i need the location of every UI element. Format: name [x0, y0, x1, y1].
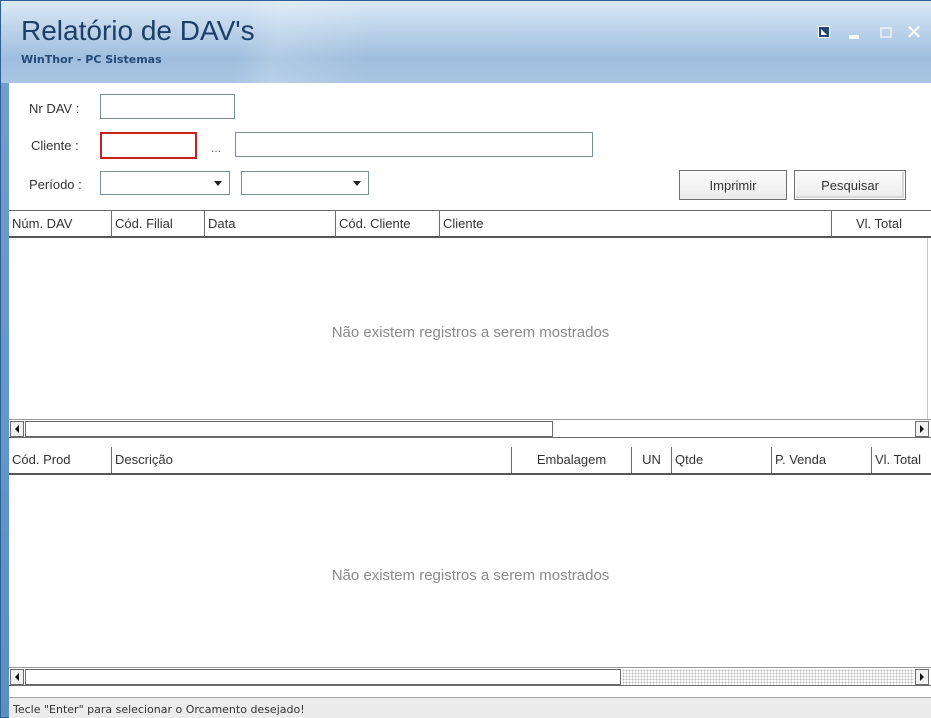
scroll-left-arrow-icon[interactable]	[10, 421, 24, 437]
col-un[interactable]: UN	[632, 447, 672, 473]
imprimir-button[interactable]: Imprimir	[679, 170, 787, 200]
periodo-label: Período :	[29, 177, 82, 192]
grid-divider	[927, 238, 928, 419]
itens-empty-message: Não existem registros a serem mostrados	[331, 567, 610, 584]
dav-empty-message: Não existem registros a serem mostrados	[331, 324, 610, 341]
scroll-thumb[interactable]	[25, 669, 621, 685]
client-area: Nr DAV : Cliente : ... Período : Imprimi…	[9, 83, 931, 718]
maximize-button[interactable]	[875, 23, 897, 41]
itens-grid-header: Cód. Prod Descrição Embalagem UN Qtde P.…	[9, 447, 931, 475]
col-cod-prod[interactable]: Cód. Prod	[9, 447, 112, 473]
app-window: Relatório de DAV's WinThor - PC Sistemas…	[0, 0, 931, 718]
col-qtde[interactable]: Qtde	[672, 447, 772, 473]
window-title: Relatório de DAV's	[21, 15, 255, 46]
col-data[interactable]: Data	[205, 211, 336, 237]
close-icon: ✕	[905, 20, 923, 44]
scroll-right-arrow-icon[interactable]	[915, 669, 929, 685]
col-num-dav[interactable]: Núm. DAV	[9, 211, 112, 237]
col-descricao[interactable]: Descrição	[112, 447, 512, 473]
col-cod-cliente[interactable]: Cód. Cliente	[336, 211, 440, 237]
help-icon	[818, 26, 830, 38]
col-vl-total-item[interactable]: Vl. Total	[872, 447, 931, 473]
periodo-start-select[interactable]	[100, 171, 230, 195]
itens-horizontal-scrollbar[interactable]	[9, 667, 931, 686]
dav-horizontal-scrollbar[interactable]	[9, 419, 931, 438]
nr-dav-label: Nr DAV :	[29, 101, 80, 116]
dav-grid-header: Núm. DAV Cód. Filial Data Cód. Cliente C…	[9, 210, 931, 238]
chevron-down-icon	[349, 175, 365, 191]
close-button[interactable]: ✕	[903, 20, 925, 44]
cliente-label: Cliente :	[31, 138, 79, 153]
maximize-icon	[880, 26, 892, 38]
cliente-lookup-button[interactable]: ...	[211, 141, 221, 155]
col-vl-total[interactable]: Vl. Total	[832, 211, 926, 237]
pesquisar-button[interactable]: Pesquisar	[794, 170, 906, 200]
col-p-venda[interactable]: P. Venda	[772, 447, 872, 473]
chevron-down-icon	[210, 175, 226, 191]
cliente-name-input[interactable]	[235, 132, 593, 157]
window-subtitle: WinThor - PC Sistemas	[21, 53, 162, 66]
title-bar[interactable]: Relatório de DAV's WinThor - PC Sistemas…	[1, 1, 931, 83]
scroll-right-arrow-icon[interactable]	[915, 421, 929, 437]
cliente-code-input[interactable]	[100, 132, 197, 159]
dav-grid-body[interactable]: Não existem registros a serem mostrados	[9, 238, 931, 419]
status-bar: Tecle "Enter" para selecionar o Orcament…	[9, 697, 931, 718]
minimize-icon	[849, 35, 859, 39]
nr-dav-input[interactable]	[100, 94, 235, 119]
col-cod-filial[interactable]: Cód. Filial	[112, 211, 205, 237]
scroll-track[interactable]	[622, 669, 914, 685]
periodo-end-select[interactable]	[241, 171, 369, 195]
col-cliente[interactable]: Cliente	[440, 211, 832, 237]
help-button[interactable]	[813, 23, 835, 41]
scroll-thumb[interactable]	[25, 421, 553, 437]
minimize-button[interactable]	[843, 23, 865, 41]
col-embalagem[interactable]: Embalagem	[512, 447, 632, 473]
scroll-left-arrow-icon[interactable]	[10, 669, 24, 685]
itens-grid-body[interactable]: Não existem registros a serem mostrados	[9, 475, 931, 667]
